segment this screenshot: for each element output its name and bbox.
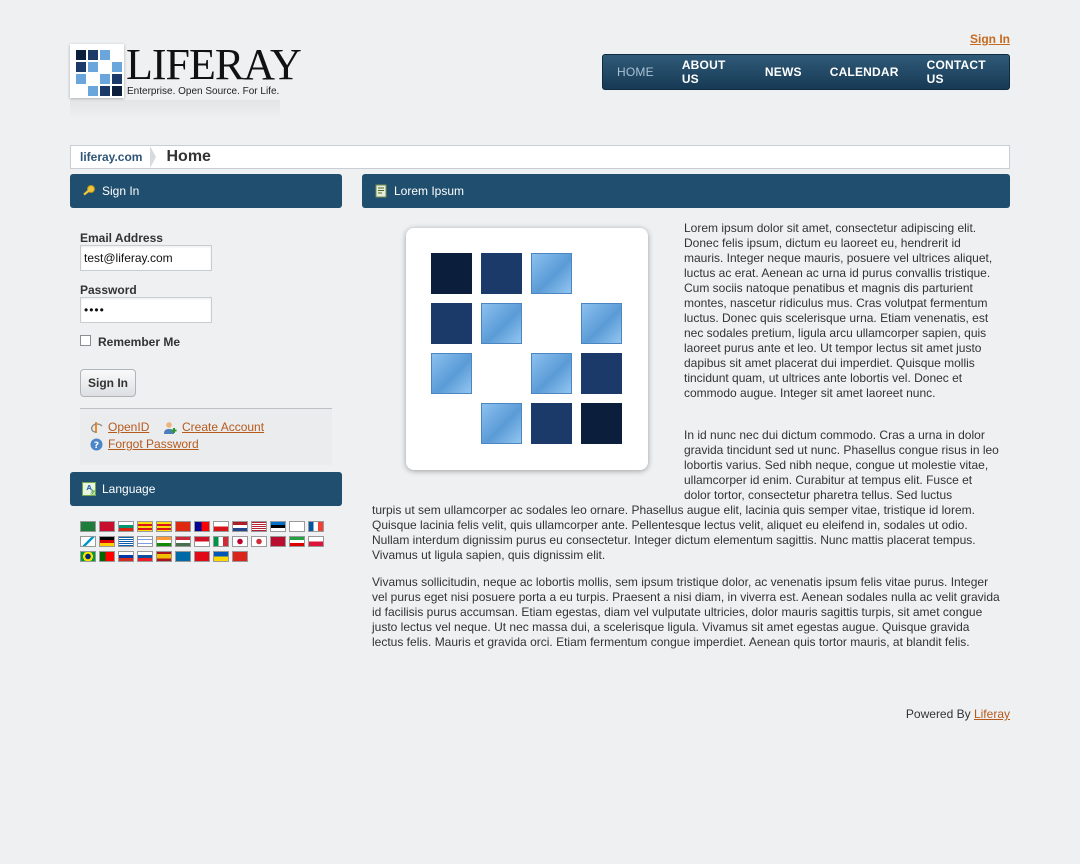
liferay-grid-image xyxy=(406,228,648,470)
create-account-link[interactable]: Create Account xyxy=(182,420,264,434)
language-portlet-title: Language xyxy=(102,482,156,496)
main-navigation: HOME ABOUT US NEWS CALENDAR CONTACT US xyxy=(602,54,1010,90)
forgot-password-row: ? Forgot Password xyxy=(90,437,199,451)
breadcrumb: liferay.com Home xyxy=(70,145,1010,169)
nav-news[interactable]: NEWS xyxy=(751,65,816,79)
flag-hindi-icon[interactable] xyxy=(156,536,172,547)
signin-nav-links: OpenID Create Account ? Forgot Password xyxy=(80,408,332,465)
remember-me-checkbox[interactable] xyxy=(80,335,91,346)
header-sign-in-link[interactable]: Sign In xyxy=(970,32,1010,46)
language-portlet-header: A あ Language xyxy=(70,472,342,506)
liferay-logo[interactable]: LIFERAY Enterprise. Open Source. For Lif… xyxy=(70,40,302,122)
signin-portlet-header: Sign In xyxy=(70,174,342,208)
body-paragraph-2-bottom: turpis ut sem ullamcorper ac sodales leo… xyxy=(372,503,976,562)
body-paragraph-1: Lorem ipsum dolor sit amet, consectetur … xyxy=(684,221,993,400)
svg-text:あ: あ xyxy=(90,490,96,497)
flag-catalan-alt-icon[interactable] xyxy=(156,521,172,532)
flag-turkish-icon[interactable] xyxy=(194,551,210,562)
flag-bulgarian-icon[interactable] xyxy=(118,521,134,532)
powered-by: Powered By Liferay xyxy=(906,707,1010,721)
flag-german-icon[interactable] xyxy=(99,536,115,547)
password-label: Password xyxy=(80,283,137,297)
language-flags xyxy=(80,521,330,566)
flag-catalan-icon[interactable] xyxy=(137,521,153,532)
flag-ukrainian-icon[interactable] xyxy=(213,551,229,562)
email-field[interactable]: test@liferay.com xyxy=(80,245,212,271)
flag-chinese-icon[interactable] xyxy=(175,521,191,532)
flag-basque-icon[interactable] xyxy=(99,521,115,532)
body-paragraph-2-top: In id nunc nec dui dictum commodo. Cras … xyxy=(684,428,999,502)
add-user-icon xyxy=(164,421,177,434)
flag-vietnamese-icon[interactable] xyxy=(232,551,248,562)
flag-hebrew-icon[interactable] xyxy=(137,536,153,547)
flag-japanese-icon[interactable] xyxy=(232,536,248,547)
nav-home[interactable]: HOME xyxy=(603,65,668,79)
breadcrumb-current: Home xyxy=(166,148,211,165)
flag-indonesian-icon[interactable] xyxy=(194,536,210,547)
openid-link[interactable]: OpenID xyxy=(108,420,149,434)
flag-polish-icon[interactable] xyxy=(308,536,324,547)
flag-spanish-icon[interactable] xyxy=(156,551,172,562)
content-portlet-header: Lorem Ipsum xyxy=(362,174,1010,208)
flag-finnish-icon[interactable] xyxy=(289,521,305,532)
key-icon xyxy=(83,185,95,196)
signin-portlet-title: Sign In xyxy=(102,184,140,198)
flag-greek-icon[interactable] xyxy=(118,536,134,547)
openid-icon xyxy=(90,421,103,433)
flag-hungarian-icon[interactable] xyxy=(175,536,191,547)
svg-text:?: ? xyxy=(94,441,99,451)
flag-taiwan-icon[interactable] xyxy=(194,521,210,532)
flag-norwegian-icon[interactable] xyxy=(270,536,286,547)
powered-by-text: Powered By xyxy=(905,707,971,721)
language-icon: A あ xyxy=(82,482,96,496)
flag-french-icon[interactable] xyxy=(308,521,324,532)
flag-arabic-icon[interactable] xyxy=(80,521,96,532)
flag-korean-icon[interactable] xyxy=(251,536,267,547)
flag-estonian-icon[interactable] xyxy=(270,521,286,532)
forgot-password-link[interactable]: Forgot Password xyxy=(108,437,199,451)
flag-portuguese-brazil-icon[interactable] xyxy=(80,551,96,562)
nav-calendar[interactable]: CALENDAR xyxy=(816,65,913,79)
openid-link-row: OpenID xyxy=(90,420,149,434)
flag-english-icon[interactable] xyxy=(251,521,267,532)
logo-wordmark: LIFERAY xyxy=(126,40,302,89)
document-icon xyxy=(375,184,387,198)
flag-italian-icon[interactable] xyxy=(213,536,229,547)
remember-me-label: Remember Me xyxy=(98,335,181,349)
sign-in-button[interactable]: Sign In xyxy=(80,369,136,397)
flag-russian-icon[interactable] xyxy=(118,551,134,562)
flag-galician-icon[interactable] xyxy=(80,536,96,547)
body-paragraph-3: Vivamus sollicitudin, neque ac lobortis … xyxy=(372,575,1000,649)
password-field[interactable]: •••• xyxy=(80,297,212,323)
nav-contact-us[interactable]: CONTACT US xyxy=(913,58,1009,86)
flag-persian-icon[interactable] xyxy=(289,536,305,547)
liferay-footer-link[interactable]: Liferay xyxy=(974,707,1010,721)
logo-grid-icon xyxy=(70,44,124,98)
content-portlet-title: Lorem Ipsum xyxy=(394,184,465,198)
create-account-row: Create Account xyxy=(164,420,264,434)
email-label: Email Address xyxy=(80,231,163,245)
breadcrumb-root-link[interactable]: liferay.com xyxy=(71,146,158,168)
logo-reflection xyxy=(70,100,280,120)
logo-tagline: Enterprise. Open Source. For Life. xyxy=(127,86,280,97)
help-icon: ? xyxy=(90,438,103,451)
flag-slovak-icon[interactable] xyxy=(137,551,153,562)
flag-dutch-icon[interactable] xyxy=(232,521,248,532)
flag-swedish-icon[interactable] xyxy=(175,551,191,562)
nav-about-us[interactable]: ABOUT US xyxy=(668,58,751,86)
flag-czech-icon[interactable] xyxy=(213,521,229,532)
flag-portuguese-icon[interactable] xyxy=(99,551,115,562)
